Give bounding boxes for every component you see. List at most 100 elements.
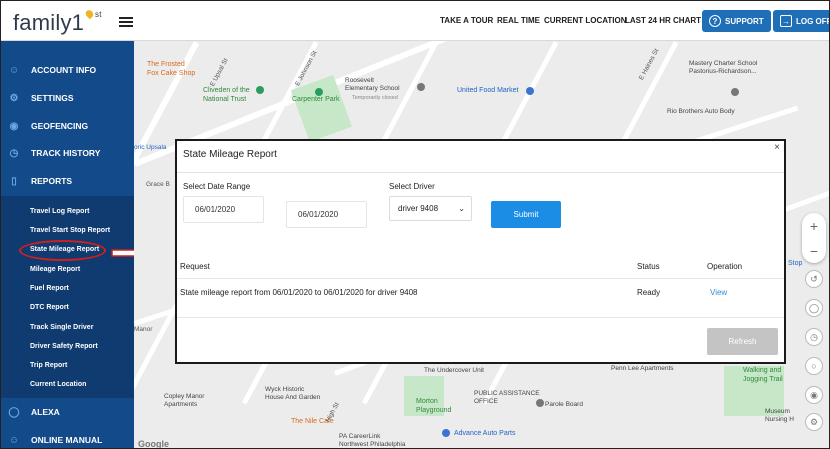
nav-real-time[interactable]: REAL TIME	[497, 16, 540, 25]
zoom-control[interactable]: + −	[802, 213, 826, 263]
map-pin-tool-icon[interactable]: ◯	[805, 299, 823, 317]
map-poi-cliveden[interactable]: Cliveden of the National Trust	[203, 86, 250, 104]
support-button[interactable]: ? SUPPORT	[702, 10, 771, 32]
log-off-button[interactable]: → LOG OFF	[773, 10, 830, 32]
map-poi-public-assistance[interactable]: PUBLIC ASSISTANCE OFFICE	[474, 390, 540, 406]
refresh-button[interactable]: Refresh	[707, 328, 778, 355]
log-off-label: LOG OFF	[796, 16, 830, 26]
highlight-oval	[19, 240, 106, 261]
report-track-single-driver[interactable]: Track Single Driver	[30, 324, 93, 331]
logo-text: family1	[13, 10, 85, 35]
view-link[interactable]: View	[710, 288, 727, 297]
alexa-icon: ◯	[8, 406, 20, 418]
sidebar-item-geofencing[interactable]: ◉ GEOFENCING	[1, 112, 134, 140]
state-mileage-report-modal: State Mileage Report × Select Date Range…	[175, 139, 786, 364]
sidebar-item-label: ONLINE MANUAL	[31, 435, 103, 445]
sidebar-item-alexa[interactable]: ◯ ALEXA	[1, 398, 134, 426]
phone-icon: ▯	[11, 175, 17, 187]
map-poi-careerlink[interactable]: PA CareerLink Northwest Philadelphia	[339, 433, 405, 448]
map-label-grace: Grace B	[146, 181, 170, 188]
column-header-status: Status	[637, 262, 660, 271]
user-icon: ☺	[8, 434, 20, 446]
map-poi-stop[interactable]: Stop	[788, 260, 802, 267]
street-label-e-upsal: E Upsal St	[209, 57, 230, 88]
map-poi-united-food[interactable]: United Food Market	[457, 87, 518, 94]
map-poi-copley[interactable]: Copley Manor Apartments	[164, 393, 204, 409]
date-from-input[interactable]: 06/01/2020	[183, 196, 264, 223]
table-cell-status: Ready	[637, 288, 661, 297]
report-travel-start-stop[interactable]: Travel Start Stop Report	[30, 227, 110, 234]
zoom-in-icon[interactable]: +	[810, 218, 818, 234]
hamburger-menu-icon[interactable]	[119, 17, 133, 27]
reports-submenu: Travel Log Report Travel Start Stop Repo…	[1, 196, 134, 398]
gear-icon: ⚙	[9, 92, 19, 104]
nav-take-a-tour[interactable]: TAKE A TOUR	[440, 16, 493, 25]
map-poi-temp-closed: Temporarily closed	[352, 95, 398, 101]
map-poi-undercover[interactable]: The Undercover Unit	[424, 367, 484, 374]
map-rotate-icon[interactable]: ↺	[805, 270, 823, 288]
report-fuel[interactable]: Fuel Report	[30, 285, 69, 292]
column-header-request: Request	[180, 262, 210, 271]
map-traffic-icon[interactable]: ◉	[805, 386, 823, 404]
report-trip[interactable]: Trip Report	[30, 362, 67, 369]
logo-superscript: st	[95, 10, 102, 19]
nav-current-location[interactable]: CURRENT LOCATION	[544, 16, 627, 25]
sidebar-item-reports[interactable]: ▯ REPORTS	[1, 167, 134, 195]
map-layer-icon[interactable]: ○	[805, 357, 823, 375]
map-poi-wyck[interactable]: Wyck Historic House And Garden	[265, 386, 320, 402]
map-poi-rio-brothers[interactable]: Rio Brothers Auto Body	[667, 108, 735, 115]
sidebar-item-label: TRACK HISTORY	[31, 148, 101, 158]
logout-icon: →	[780, 15, 792, 27]
date-to-input[interactable]: 06/01/2020	[286, 201, 367, 228]
map-label-upsala: oric Upsala	[134, 144, 167, 151]
map-poi-penn-lee[interactable]: Penn Lee Apartments	[611, 365, 674, 372]
map-marker[interactable]	[417, 83, 425, 91]
map-poi-roosevelt[interactable]: Roosevelt Elementary School	[345, 77, 400, 93]
date-range-label: Select Date Range	[183, 182, 251, 191]
report-current-location[interactable]: Current Location	[30, 381, 86, 388]
driver-select[interactable]: driver 9408 ⌄	[389, 196, 472, 221]
map-poi-advance-auto[interactable]: Advance Auto Parts	[454, 430, 515, 437]
sidebar-item-label: GEOFENCING	[31, 121, 89, 131]
map-poi-mastery[interactable]: Mastery Charter School Pastorius-Richard…	[689, 60, 757, 76]
driver-select-value: driver 9408	[398, 204, 439, 213]
map-poi-morton[interactable]: Morton Playground	[416, 397, 451, 415]
report-mileage[interactable]: Mileage Report	[30, 266, 80, 273]
close-icon[interactable]: ×	[774, 142, 780, 153]
google-logo: Google	[138, 439, 169, 449]
zoom-out-icon[interactable]: −	[810, 243, 818, 259]
history-icon: ◷	[9, 147, 19, 159]
map-marker[interactable]	[256, 86, 264, 94]
map-marker[interactable]	[315, 88, 323, 96]
sidebar-item-track-history[interactable]: ◷ TRACK HISTORY	[1, 139, 134, 167]
report-dtc[interactable]: DTC Report	[30, 304, 69, 311]
report-travel-log[interactable]: Travel Log Report	[30, 208, 90, 215]
map-poi-frosted-fox[interactable]: The Frosted Fox Cake Shop	[147, 60, 195, 78]
submit-button[interactable]: Submit	[491, 201, 561, 228]
map-poi-walking-trail[interactable]: Walking and Jogging Trail	[743, 366, 783, 384]
user-icon: ☺	[8, 64, 20, 76]
support-label: SUPPORT	[725, 16, 764, 26]
map-clock-icon[interactable]: ◷	[805, 328, 823, 346]
geofence-icon: ◉	[9, 120, 19, 132]
sidebar-item-label: ACCOUNT INFO	[31, 65, 97, 75]
sidebar-item-settings[interactable]: ⚙ SETTINGS	[1, 84, 134, 112]
map-settings-icon[interactable]: ⚙	[805, 413, 823, 431]
map-poi-parole-board[interactable]: Parole Board	[545, 401, 583, 408]
sidebar-item-label: ALEXA	[31, 407, 60, 417]
family1st-logo[interactable]: family1 st	[13, 8, 101, 36]
nav-last-24hr-chart[interactable]: LAST 24 HR CHART	[625, 16, 701, 25]
map-marker[interactable]	[536, 399, 544, 407]
modal-divider	[177, 172, 784, 173]
map-marker[interactable]	[526, 87, 534, 95]
map-marker[interactable]	[442, 429, 450, 437]
map-poi-carpenter-park[interactable]: Carpenter Park	[292, 96, 339, 103]
sidebar-item-account-info[interactable]: ☺ ACCOUNT INFO	[1, 56, 134, 84]
map-pin-icon	[84, 8, 95, 20]
report-driver-safety[interactable]: Driver Safety Report	[30, 343, 98, 350]
chevron-down-icon: ⌄	[458, 204, 465, 213]
screenshot-frame: family1 st TAKE A TOUR REAL TIME CURRENT…	[0, 0, 830, 449]
sidebar-item-online-manual[interactable]: ☺ ONLINE MANUAL	[1, 426, 134, 448]
map-marker[interactable]	[731, 88, 739, 96]
map-poi-museum[interactable]: Museum Nursing H	[765, 408, 794, 424]
